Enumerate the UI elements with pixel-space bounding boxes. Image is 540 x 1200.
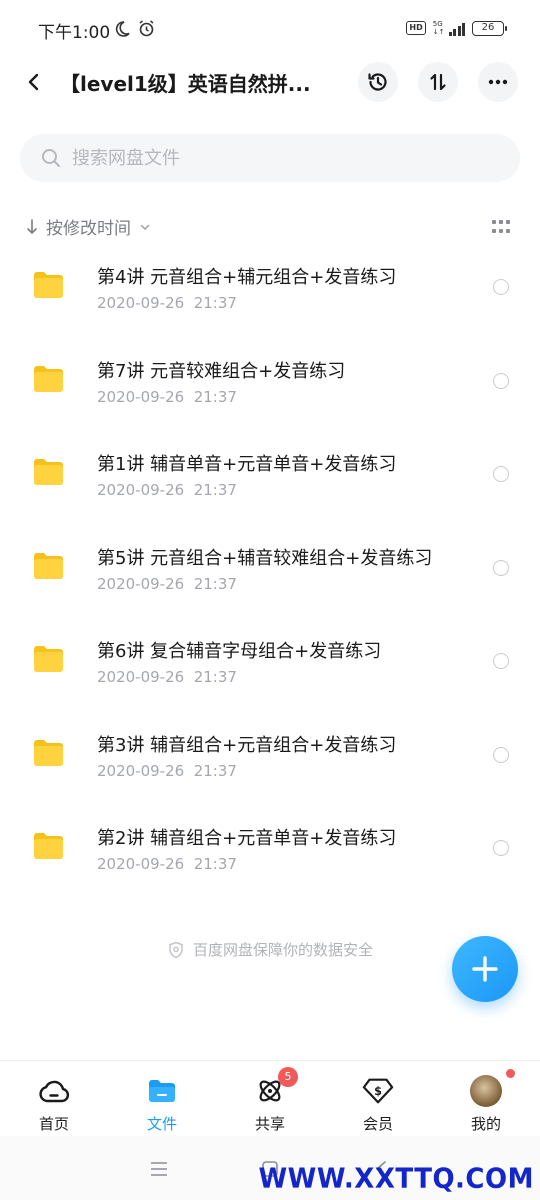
page-title: 【level1级】英语自然拼... bbox=[60, 72, 311, 96]
avatar bbox=[470, 1075, 502, 1107]
signal-icon: 5G ↓↑ bbox=[433, 20, 465, 36]
select-radio[interactable] bbox=[493, 372, 509, 389]
file-row[interactable]: 第3讲 辅音组合+元音组合+发音练习 2020-09-26 21:37 bbox=[0, 709, 540, 803]
file-row[interactable]: 第6讲 复合辅音字母组合+发音练习 2020-09-26 21:37 bbox=[0, 615, 540, 709]
transfer-icon bbox=[430, 73, 446, 91]
folder-icon bbox=[34, 646, 63, 672]
file-row[interactable]: 第5讲 元音组合+辅音较难组合+发音练习 2020-09-26 21:37 bbox=[0, 522, 540, 616]
select-radio[interactable] bbox=[493, 840, 509, 856]
alarm-icon bbox=[137, 19, 156, 42]
cloud-icon bbox=[38, 1075, 70, 1107]
nav-me[interactable]: 我的 bbox=[432, 1061, 540, 1136]
nav-share[interactable]: 5 共享 bbox=[216, 1061, 324, 1136]
select-radio[interactable] bbox=[493, 559, 509, 576]
status-time: 下午1:00 bbox=[38, 23, 111, 43]
file-name: 第5讲 元音组合+辅音较难组合+发音练习 bbox=[97, 547, 433, 569]
notification-dot bbox=[506, 1069, 515, 1078]
svg-text:$: $ bbox=[374, 1085, 382, 1098]
search-icon bbox=[40, 147, 62, 169]
select-radio[interactable] bbox=[493, 653, 509, 669]
nav-share-label: 共享 bbox=[254, 1115, 285, 1133]
arrow-down-icon bbox=[27, 218, 37, 234]
file-date: 2020-09-26 21:37 bbox=[97, 761, 237, 780]
history-button[interactable] bbox=[358, 62, 398, 102]
folder-icon bbox=[34, 739, 63, 766]
more-dots-icon bbox=[488, 79, 508, 85]
folder-icon bbox=[34, 272, 63, 298]
file-list: 第4讲 元音组合+辅元组合+发音练习 2020-09-26 21:37 第7讲 元音… bbox=[0, 241, 540, 896]
moon-icon bbox=[113, 20, 131, 42]
nav-vip-label: 会员 bbox=[362, 1115, 393, 1133]
chevron-down-icon bbox=[140, 224, 150, 230]
more-button[interactable] bbox=[478, 62, 518, 102]
file-name: 第6讲 复合辅音字母组合+发音练习 bbox=[97, 641, 382, 662]
file-date: 2020-09-26 21:37 bbox=[97, 668, 237, 686]
battery-icon: 26 bbox=[472, 20, 507, 36]
grid-view-icon[interactable] bbox=[492, 220, 510, 234]
file-row[interactable]: 第2讲 辅音组合+元音单音+发音练习 2020-09-26 21:37 bbox=[0, 802, 540, 896]
file-date: 2020-09-26 21:37 bbox=[97, 574, 237, 593]
back-button[interactable] bbox=[16, 64, 52, 100]
search-bar[interactable] bbox=[20, 134, 520, 182]
shield-icon bbox=[169, 941, 183, 958]
watermark: WWW.XXTTQ.COM bbox=[258, 1163, 534, 1195]
nav-vip[interactable]: $ 会员 bbox=[324, 1061, 432, 1136]
file-date: 2020-09-26 21:37 bbox=[97, 855, 237, 873]
file-name: 第1讲 辅音单音+元音单音+发音练习 bbox=[97, 454, 397, 475]
transfer-button[interactable] bbox=[418, 62, 458, 102]
status-right: HD 5G ↓↑ 26 bbox=[406, 20, 507, 36]
chevron-left-icon bbox=[28, 73, 39, 91]
history-icon bbox=[368, 73, 387, 91]
file-name: 第2讲 辅音组合+元音单音+发音练习 bbox=[97, 828, 397, 849]
file-name: 第3讲 辅音组合+元音组合+发音练习 bbox=[97, 734, 397, 756]
folder-tab-icon bbox=[146, 1075, 178, 1107]
status-left-icons bbox=[113, 19, 156, 42]
header: 【level1级】英语自然拼... bbox=[0, 56, 540, 110]
file-name: 第7讲 元音较难组合+发音练习 bbox=[97, 360, 346, 382]
folder-icon bbox=[34, 365, 63, 392]
select-radio[interactable] bbox=[493, 746, 509, 763]
search-input[interactable] bbox=[72, 147, 492, 169]
file-row[interactable]: 第4讲 元音组合+辅元组合+发音练习 2020-09-26 21:37 bbox=[0, 241, 540, 335]
file-date: 2020-09-26 21:37 bbox=[97, 294, 237, 312]
sort-row: 按修改时间 bbox=[0, 210, 540, 242]
sort-button[interactable]: 按修改时间 bbox=[26, 214, 151, 239]
select-radio[interactable] bbox=[493, 466, 509, 482]
share-badge: 5 bbox=[278, 1067, 298, 1087]
plus-icon bbox=[472, 956, 498, 982]
file-row[interactable]: 第1讲 辅音单音+元音单音+发音练习 2020-09-26 21:37 bbox=[0, 428, 540, 522]
diamond-dollar-icon: $ bbox=[362, 1075, 394, 1107]
file-row[interactable]: 第7讲 元音较难组合+发音练习 2020-09-26 21:37 bbox=[0, 335, 540, 429]
file-date: 2020-09-26 21:37 bbox=[97, 481, 237, 499]
nav-me-label: 我的 bbox=[470, 1115, 501, 1133]
folder-icon bbox=[34, 552, 63, 579]
file-date: 2020-09-26 21:37 bbox=[97, 387, 237, 406]
nav-home-label: 首页 bbox=[38, 1115, 69, 1133]
add-button[interactable] bbox=[452, 936, 518, 1002]
sort-label: 按修改时间 bbox=[46, 219, 131, 239]
menu-icon[interactable] bbox=[148, 1158, 170, 1180]
bottom-nav: 首页 文件 5 共享 $ 会员 我的 bbox=[0, 1060, 540, 1136]
nav-files[interactable]: 文件 bbox=[108, 1061, 216, 1136]
nav-home[interactable]: 首页 bbox=[0, 1061, 108, 1136]
safety-text: 百度网盘保障你的数据安全 bbox=[192, 941, 373, 959]
select-radio[interactable] bbox=[493, 279, 509, 295]
status-bar: 下午1:00 HD 5G ↓↑ 26 bbox=[0, 0, 540, 60]
battery-level: 26 bbox=[481, 21, 495, 33]
folder-icon bbox=[34, 833, 63, 859]
network-type: 5G bbox=[432, 20, 443, 28]
file-name: 第4讲 元音组合+辅元组合+发音练习 bbox=[97, 267, 397, 288]
nav-files-label: 文件 bbox=[146, 1115, 177, 1133]
folder-icon bbox=[34, 459, 63, 485]
hd-badge: HD bbox=[406, 21, 426, 35]
